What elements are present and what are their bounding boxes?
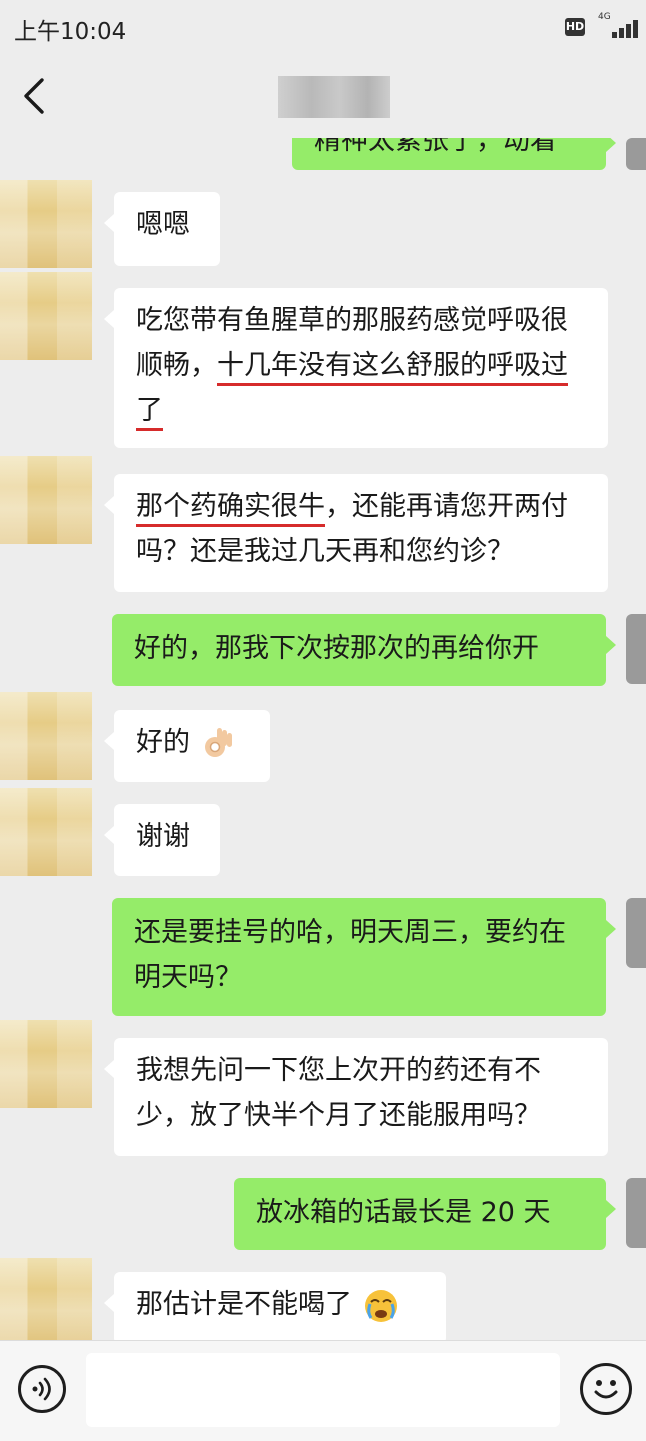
ok-hand-icon: [204, 727, 232, 757]
message-bubble-other[interactable]: 嗯嗯: [104, 192, 220, 266]
chevron-left-icon: [24, 78, 44, 114]
message-text: 放冰箱的话最长是 20 天: [256, 1197, 551, 1228]
message-text: 精神太紧张了，动着: [314, 138, 557, 156]
message-text: 谢谢: [136, 821, 190, 852]
self-avatar[interactable]: [626, 898, 646, 968]
voice-button[interactable]: [18, 1365, 66, 1413]
message-bubble-other[interactable]: 谢谢: [104, 804, 220, 876]
message-bubble-self[interactable]: 好的，那我下次按那次的再给你开: [112, 614, 616, 686]
contact-avatar[interactable]: [0, 692, 92, 780]
message-bubble-other[interactable]: 那个药确实很牛，还能再请您开两付吗？还是我过几天再和您约诊？: [104, 474, 608, 592]
message-list[interactable]: 精神太紧张了，动着 嗯嗯 吃您带有鱼腥草的那服药感觉呼吸很顺畅，十几年没有这么舒…: [0, 138, 646, 1340]
contact-avatar[interactable]: [0, 180, 92, 268]
message-text: 还是要挂号的哈，明天周三，要约在明天吗？: [134, 917, 566, 993]
message-text: 那估计是不能喝了: [136, 1289, 352, 1320]
contact-avatar[interactable]: [0, 788, 92, 876]
signal-icon: [598, 18, 638, 38]
self-avatar[interactable]: [626, 614, 646, 684]
contact-avatar[interactable]: [0, 1258, 92, 1340]
message-bubble-other[interactable]: 好的: [104, 710, 270, 782]
message-bubble-self[interactable]: 放冰箱的话最长是 20 天: [234, 1178, 616, 1250]
message-text: 好的: [136, 727, 190, 758]
message-text: 好的，那我下次按那次的再给你开: [134, 633, 539, 664]
self-avatar[interactable]: [626, 138, 646, 170]
message-bubble-other[interactable]: 我想先问一下您上次开的药还有不少，放了快半个月了还能服用吗？: [104, 1038, 608, 1156]
smiley-icon: [594, 1380, 618, 1399]
message-bubble-other[interactable]: 那估计是不能喝了: [104, 1272, 446, 1340]
chat-header: [0, 56, 646, 138]
input-bar: [0, 1340, 646, 1441]
hd-badge: HD: [565, 18, 585, 36]
back-button[interactable]: [18, 76, 58, 120]
contact-avatar[interactable]: [0, 272, 92, 360]
message-text: 嗯嗯: [136, 209, 190, 240]
message-bubble-self[interactable]: 还是要挂号的哈，明天周三，要约在明天吗？: [112, 898, 616, 1016]
message-text: 我想先问一下您上次开的药还有不少，放了快半个月了还能服用吗？: [136, 1055, 541, 1131]
contact-avatar[interactable]: [0, 456, 92, 544]
contact-avatar[interactable]: [0, 1020, 92, 1108]
status-time: 上午10:04: [14, 19, 127, 45]
message-bubble-self[interactable]: 精神太紧张了，动着: [292, 138, 616, 170]
underlined-text: 那个药确实很牛: [136, 491, 325, 522]
status-bar: 上午10:04 HD 4G: [0, 0, 646, 56]
contact-name-blurred: [278, 76, 390, 118]
self-avatar[interactable]: [626, 1178, 646, 1248]
message-input[interactable]: [86, 1353, 560, 1427]
message-bubble-other[interactable]: 吃您带有鱼腥草的那服药感觉呼吸很顺畅，十几年没有这么舒服的呼吸过了: [104, 288, 608, 448]
voice-icon: [32, 1377, 51, 1401]
crying-face-icon: [364, 1289, 397, 1322]
emoji-button[interactable]: [580, 1363, 632, 1415]
